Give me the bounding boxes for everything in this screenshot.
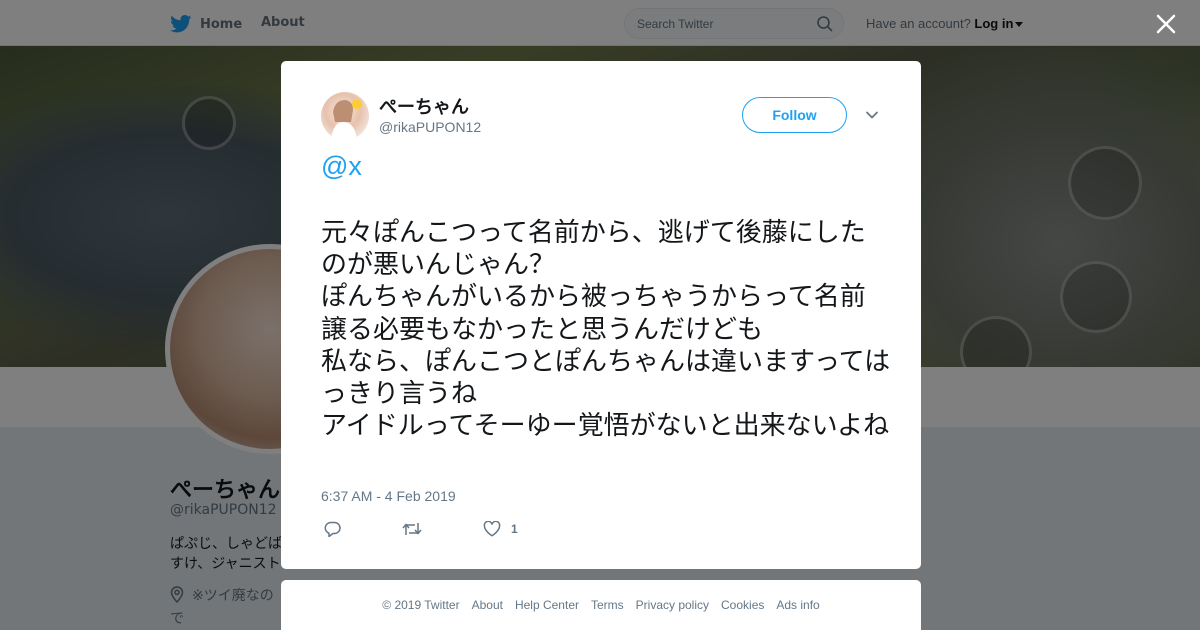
retweet-button[interactable] bbox=[402, 519, 422, 539]
like-count: 1 bbox=[511, 522, 518, 536]
tweet-author-avatar[interactable] bbox=[321, 92, 369, 140]
tweet-author-handle[interactable]: @rikaPUPON12 bbox=[379, 119, 481, 135]
like-button[interactable]: 1 bbox=[483, 519, 518, 539]
avatar-photo bbox=[331, 99, 362, 140]
footer-link-ads-info[interactable]: Ads info bbox=[776, 598, 819, 612]
tweet-modal: ぺーちゃん @rikaPUPON12 Follow @x 元々ぽんこつって名前か… bbox=[281, 61, 921, 569]
tweet-timestamp[interactable]: 6:37 AM - 4 Feb 2019 bbox=[321, 488, 456, 504]
tweet-mention-link[interactable]: @x bbox=[321, 151, 362, 182]
heart-icon bbox=[483, 521, 501, 537]
footer-link-about[interactable]: About bbox=[472, 598, 503, 612]
reply-button[interactable] bbox=[324, 519, 341, 539]
footer-link-help-center[interactable]: Help Center bbox=[515, 598, 579, 612]
close-icon[interactable] bbox=[1153, 11, 1179, 37]
footer-copyright: © 2019 Twitter bbox=[382, 598, 460, 612]
footer-link-privacy[interactable]: Privacy policy bbox=[636, 598, 709, 612]
reply-icon bbox=[324, 521, 341, 537]
footer: © 2019 Twitter About Help Center Terms P… bbox=[281, 580, 921, 630]
chevron-down-icon[interactable] bbox=[865, 108, 879, 122]
retweet-icon bbox=[402, 523, 422, 535]
tweet-author-name[interactable]: ぺーちゃん bbox=[379, 93, 469, 119]
tweet-text: 元々ぽんこつって名前から、逃げて後藤にしたのが悪いんじゃん？ ぽんちゃんがいるか… bbox=[321, 218, 891, 442]
footer-link-terms[interactable]: Terms bbox=[591, 598, 624, 612]
follow-button[interactable]: Follow bbox=[742, 97, 847, 133]
footer-link-cookies[interactable]: Cookies bbox=[721, 598, 764, 612]
